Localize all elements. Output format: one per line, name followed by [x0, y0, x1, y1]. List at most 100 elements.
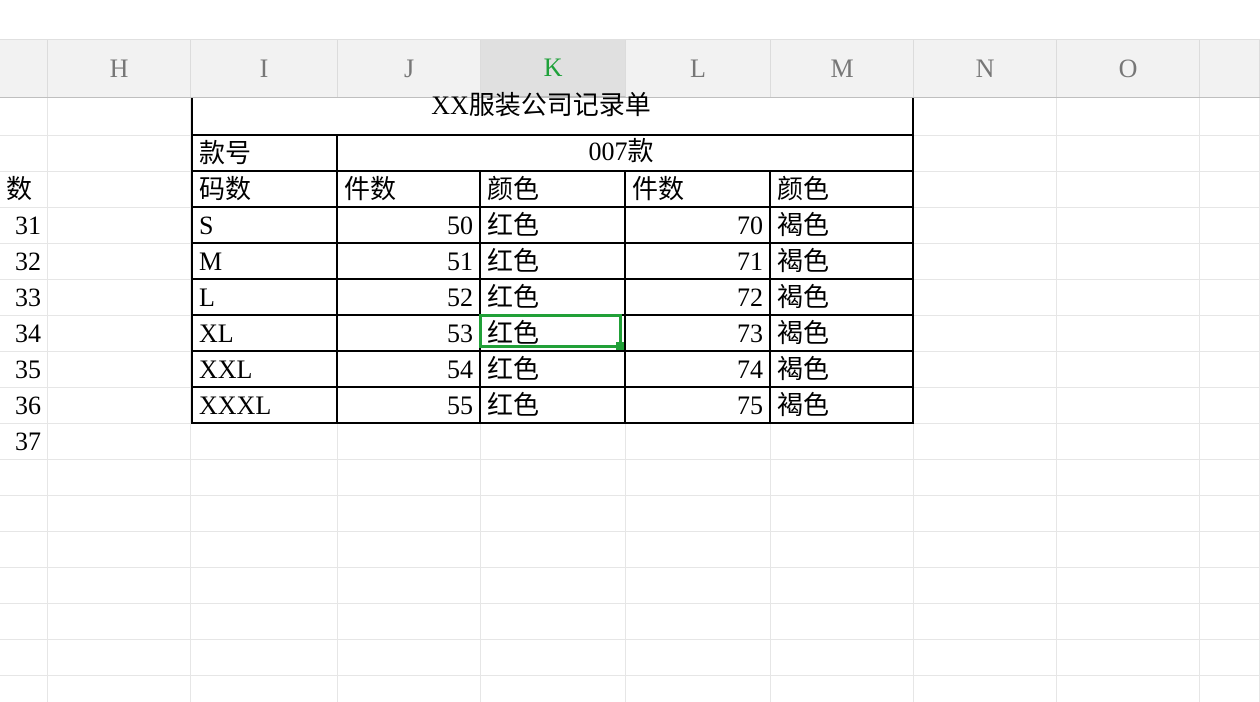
cell-count2-0[interactable]: 70: [626, 208, 771, 244]
cell-H2[interactable]: [48, 136, 191, 172]
hdr-count1[interactable]: 件数: [338, 172, 481, 208]
cell-count2-2[interactable]: 72: [626, 280, 771, 316]
cell-count2-1[interactable]: 71: [626, 244, 771, 280]
cell-P8[interactable]: [1200, 352, 1260, 388]
cell-N6[interactable]: [914, 280, 1057, 316]
cell-model-sp2[interactable]: 007款: [481, 136, 626, 172]
cell-O4[interactable]: [1057, 208, 1200, 244]
cell-N5[interactable]: [914, 244, 1057, 280]
column-header-H[interactable]: H: [48, 40, 191, 97]
column-header-overflow[interactable]: [1200, 40, 1260, 97]
cell-O7[interactable]: [1057, 316, 1200, 352]
cell-size-1[interactable]: M: [191, 244, 338, 280]
cell-size-5[interactable]: XXXL: [191, 388, 338, 424]
cell-count1-4[interactable]: 54: [338, 352, 481, 388]
cell-N4[interactable]: [914, 208, 1057, 244]
cell-H7[interactable]: [48, 316, 191, 352]
cell-color1-3[interactable]: 红色: [481, 316, 626, 352]
cell-count2-5[interactable]: 75: [626, 388, 771, 424]
cell-color2-5[interactable]: 褐色: [771, 388, 914, 424]
cell-O9[interactable]: [1057, 388, 1200, 424]
column-header-J[interactable]: J: [338, 40, 481, 97]
cell-title-K[interactable]: XX服装公司记录单: [481, 98, 626, 136]
cell-N9[interactable]: [914, 388, 1057, 424]
cell-size-2[interactable]: L: [191, 280, 338, 316]
cell-J10[interactable]: [338, 424, 481, 460]
cell-H5[interactable]: [48, 244, 191, 280]
cell-P2[interactable]: [1200, 136, 1260, 172]
cell-N10[interactable]: [914, 424, 1057, 460]
cell-size-0[interactable]: S: [191, 208, 338, 244]
cell-size-4[interactable]: XXL: [191, 352, 338, 388]
cell-O8[interactable]: [1057, 352, 1200, 388]
column-header-K[interactable]: K: [481, 40, 626, 97]
cell-P5[interactable]: [1200, 244, 1260, 280]
cell-color1-2[interactable]: 红色: [481, 280, 626, 316]
cell-N8[interactable]: [914, 352, 1057, 388]
hdr-size[interactable]: 码数: [191, 172, 338, 208]
cell-color1-4[interactable]: 红色: [481, 352, 626, 388]
cell-count2-4[interactable]: 74: [626, 352, 771, 388]
cell-H1[interactable]: [48, 98, 191, 136]
cell-O5[interactable]: [1057, 244, 1200, 280]
cell-H3[interactable]: [48, 172, 191, 208]
cell-count1-5[interactable]: 55: [338, 388, 481, 424]
cell-H9[interactable]: [48, 388, 191, 424]
cell-N3[interactable]: [914, 172, 1057, 208]
cell-O10[interactable]: [1057, 424, 1200, 460]
column-header-N[interactable]: N: [914, 40, 1057, 97]
cell-color2-2[interactable]: 褐色: [771, 280, 914, 316]
cell-partial-2[interactable]: [0, 136, 48, 172]
cell-H4[interactable]: [48, 208, 191, 244]
spreadsheet[interactable]: H I J K L M N O XX服装公司记录单 款号: [0, 40, 1260, 702]
cell-count2-3[interactable]: 73: [626, 316, 771, 352]
cell-color1-5[interactable]: 红色: [481, 388, 626, 424]
cell-P1[interactable]: [1200, 98, 1260, 136]
cell-partial-1[interactable]: [0, 98, 48, 136]
column-header-M[interactable]: M: [771, 40, 914, 97]
cell-count1-2[interactable]: 52: [338, 280, 481, 316]
cell-N1[interactable]: [914, 98, 1057, 136]
column-header-L[interactable]: L: [626, 40, 771, 97]
column-header-O[interactable]: O: [1057, 40, 1200, 97]
cell-partial-10[interactable]: 37: [0, 424, 48, 460]
column-header-I[interactable]: I: [191, 40, 338, 97]
cell-P9[interactable]: [1200, 388, 1260, 424]
cell-color2-0[interactable]: 褐色: [771, 208, 914, 244]
cell-H8[interactable]: [48, 352, 191, 388]
cell-count1-0[interactable]: 50: [338, 208, 481, 244]
cell-M10[interactable]: [771, 424, 914, 460]
hdr-color1[interactable]: 颜色: [481, 172, 626, 208]
cell-H10[interactable]: [48, 424, 191, 460]
hdr-count2[interactable]: 件数: [626, 172, 771, 208]
cell-color1-0[interactable]: 红色: [481, 208, 626, 244]
cell-O6[interactable]: [1057, 280, 1200, 316]
cell-P7[interactable]: [1200, 316, 1260, 352]
cell-O3[interactable]: [1057, 172, 1200, 208]
cell-color1-1[interactable]: 红色: [481, 244, 626, 280]
cell-title-M[interactable]: [771, 98, 914, 136]
cell-L10[interactable]: [626, 424, 771, 460]
cell-model-sp1[interactable]: [338, 136, 481, 172]
cell-P10[interactable]: [1200, 424, 1260, 460]
cell-model-sp4[interactable]: [771, 136, 914, 172]
cell-K10[interactable]: [481, 424, 626, 460]
cell-O1[interactable]: [1057, 98, 1200, 136]
cell-color2-1[interactable]: 褐色: [771, 244, 914, 280]
cell-N7[interactable]: [914, 316, 1057, 352]
cell-partial-6[interactable]: 33: [0, 280, 48, 316]
cell-partial-5[interactable]: 32: [0, 244, 48, 280]
cell-partial-7[interactable]: 34: [0, 316, 48, 352]
cell-size-3[interactable]: XL: [191, 316, 338, 352]
cell-title-I[interactable]: [191, 98, 338, 136]
cell-partial-9[interactable]: 36: [0, 388, 48, 424]
cell-partial-3[interactable]: 数: [0, 172, 48, 208]
column-header-blank[interactable]: [0, 40, 48, 97]
cell-H6[interactable]: [48, 280, 191, 316]
cell-P3[interactable]: [1200, 172, 1260, 208]
cell-P4[interactable]: [1200, 208, 1260, 244]
cell-partial-4[interactable]: 31: [0, 208, 48, 244]
cell-N2[interactable]: [914, 136, 1057, 172]
cell-I10[interactable]: [191, 424, 338, 460]
cell-model-label[interactable]: 款号: [191, 136, 338, 172]
